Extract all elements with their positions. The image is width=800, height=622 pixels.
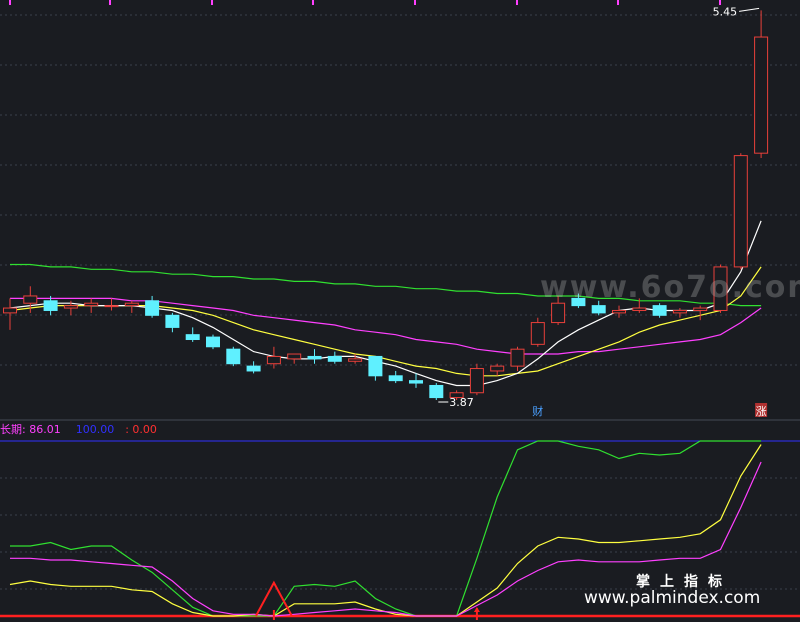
candle-up: [23, 295, 38, 304]
candle-up: [612, 309, 626, 314]
candle-up: [551, 302, 566, 324]
candle-up: [287, 353, 302, 360]
candle-down: [327, 355, 342, 362]
candle-up: [104, 305, 119, 308]
candle-down: [307, 355, 322, 360]
event-marker-1: 涨: [756, 405, 767, 418]
candle-down: [185, 334, 200, 341]
candle-down: [246, 365, 261, 372]
candle-down: [226, 348, 241, 365]
candle-down: [145, 300, 160, 316]
candle-up: [632, 307, 647, 311]
stock-chart: 5.45 3.87 财 涨: [0, 0, 800, 620]
candle-down: [652, 305, 667, 316]
candle-down: [165, 314, 180, 328]
candle-down: [409, 380, 423, 384]
candle-up: [63, 305, 78, 309]
high-price-label: 5.45: [713, 5, 738, 18]
candle-up: [490, 365, 505, 372]
candle-up: [84, 302, 99, 307]
watermark-mid: www.6o7o.com: [540, 270, 800, 305]
indicator-legend: 长期: 86.01 100.00 : 0.00: [0, 421, 157, 437]
candle-up: [754, 36, 769, 154]
candle-up: [469, 368, 484, 394]
candle-up: [124, 302, 139, 307]
candle-up: [733, 155, 748, 268]
candle-up: [530, 322, 545, 345]
candle-up: [510, 348, 525, 367]
candle-down: [368, 355, 383, 377]
legend-long: 长期: 86.01: [0, 423, 61, 436]
candle-up: [266, 355, 281, 365]
event-marker-0: 财: [532, 404, 543, 418]
ma20-line: [10, 297, 762, 355]
high-arrow: [739, 7, 760, 12]
legend-upper: 100.00: [75, 423, 115, 436]
candle-down: [591, 305, 606, 314]
candle-down: [429, 384, 444, 399]
candle-down: [388, 375, 403, 382]
candle-up: [348, 358, 363, 362]
candle-up: [693, 307, 708, 311]
candle-up: [672, 309, 687, 314]
legend-lower: : 0.00: [125, 423, 157, 436]
candle-down: [43, 300, 58, 311]
watermark-url: www.palmindex.com: [584, 588, 761, 608]
signal-arrow-head-1: [473, 607, 480, 612]
candle-down: [206, 336, 220, 348]
chart-stage: 5.45 3.87 财 涨 长期: 86.01 100.00 : 0.00 www.6…: [0, 0, 800, 622]
low-price-label: 3.87: [449, 396, 474, 409]
candle-up: [3, 307, 17, 314]
